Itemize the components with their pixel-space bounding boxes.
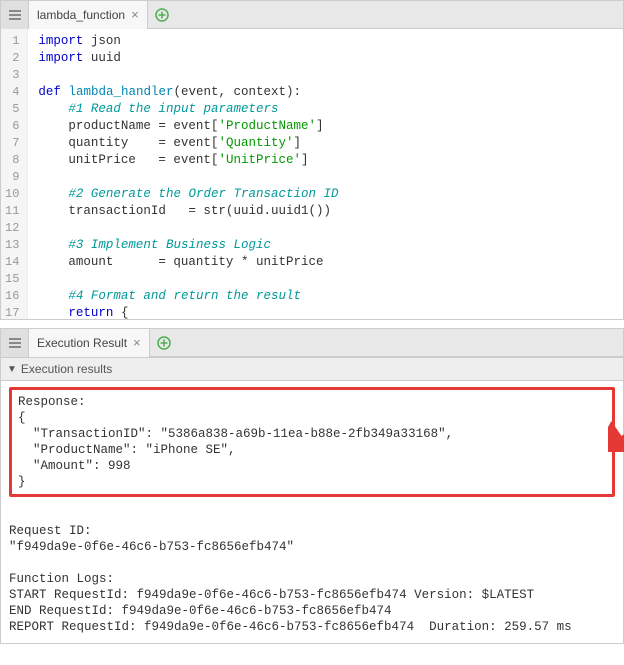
menu-icon[interactable] — [1, 329, 29, 357]
plus-icon[interactable] — [150, 336, 178, 350]
code-content[interactable]: import jsonimport uuid def lambda_handle… — [28, 29, 338, 319]
plus-icon[interactable] — [148, 8, 176, 22]
close-icon[interactable]: × — [131, 7, 139, 22]
tab-execution-result[interactable]: Execution Result × — [29, 329, 150, 357]
collapse-triangle-icon: ▼ — [7, 364, 17, 375]
close-icon[interactable]: × — [133, 335, 141, 350]
tab-label: lambda_function — [37, 8, 125, 22]
results-body: Response: { "TransactionID": "5386a838-a… — [1, 381, 623, 643]
menu-icon[interactable] — [1, 1, 29, 29]
results-header-label: Execution results — [21, 362, 112, 376]
results-panel: Execution Result × ▼ Execution results R… — [0, 328, 624, 644]
line-number-gutter: 1234567891011121314151617 — [1, 29, 28, 319]
response-highlight-box: Response: { "TransactionID": "5386a838-a… — [9, 387, 615, 497]
tab-label: Execution Result — [37, 336, 127, 350]
results-tab-bar: Execution Result × — [1, 329, 623, 357]
editor-tab-bar: lambda_function × — [1, 1, 623, 29]
results-collapse-header[interactable]: ▼ Execution results — [1, 357, 623, 381]
editor-panel: lambda_function × 1234567891011121314151… — [0, 0, 624, 320]
arrow-annotation-icon — [608, 380, 624, 484]
tab-lambda-function[interactable]: lambda_function × — [29, 1, 148, 29]
code-editor[interactable]: 1234567891011121314151617 import jsonimp… — [1, 29, 623, 319]
